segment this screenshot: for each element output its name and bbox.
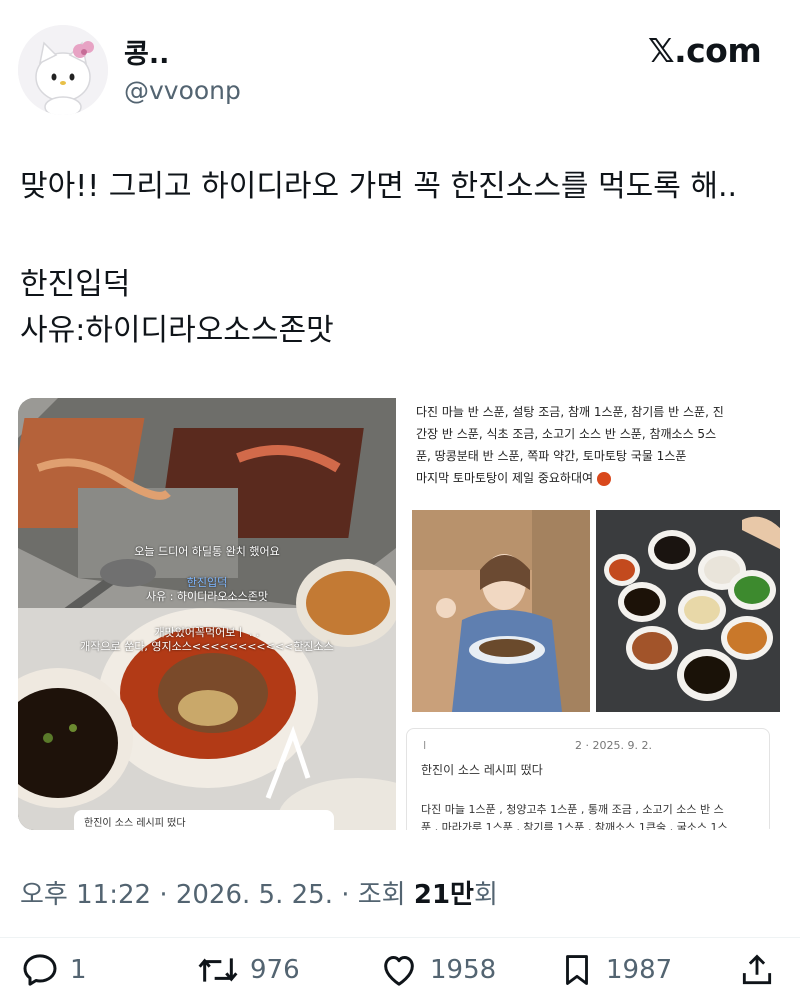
reply-button[interactable]: 1: [20, 950, 87, 990]
card-line: 다진 마늘 1스푼 , 청양고추 1스푼 , 통깨 조금 , 소고기 소스 반 …: [421, 803, 724, 816]
heart-icon: [384, 956, 414, 986]
reply-icon: [23, 954, 57, 986]
recipe-text-line: 간장 반 스푼, 식초 조금, 소고기 소스 반 스푼, 참깨소스 5스: [416, 427, 717, 441]
reply-count: 1: [70, 955, 87, 985]
meta-separator: ·: [341, 880, 358, 910]
hello-kitty-avatar-icon: [18, 25, 108, 115]
recipe-text-line: 푼, 땅콩분태 반 스푼, 쪽파 약간, 토마토탕 국물 1스푼: [416, 449, 687, 463]
recipe-text-line: 마지막 토마토탕이 제일 중요하대여: [416, 468, 611, 488]
divider: [0, 937, 800, 938]
views-label: 조회: [357, 880, 406, 910]
recipe-photos-graphic: [412, 510, 780, 712]
hotpot-photo-graphic: [18, 398, 396, 830]
x-brand-logo: 𝕏.com: [648, 31, 762, 70]
meta-separator: ·: [159, 880, 176, 910]
card-date: 2 · 2025. 9. 2.: [575, 739, 652, 752]
user-handle[interactable]: @vvoonp: [124, 76, 241, 106]
story-text-line: 오늘 드디어 하딜통 완치 했어요: [134, 545, 280, 558]
story-text-line: 개작으로 쑨다, 영지소스<<<<<<<<<<<한진소스: [80, 640, 334, 653]
hotpot-sauce-photo[interactable]: 오늘 드디어 하딜통 완치 했어요 한진입덕 사유 : 하이디라오소스존맛 개맛…: [18, 398, 396, 830]
share-button[interactable]: [738, 950, 776, 990]
views-suffix: 회: [473, 880, 498, 910]
repost-button[interactable]: 976: [196, 950, 300, 990]
bookmark-button[interactable]: 1987: [558, 950, 672, 990]
post-date[interactable]: 2026. 5. 25.: [176, 880, 333, 910]
card-title: 한진이 소스 레시피 떴다: [421, 763, 543, 777]
share-icon: [742, 954, 772, 985]
recipe-text-line: 다진 마늘 반 스푼, 설탕 조금, 참깨 1스푼, 참기름 반 스푼, 진: [416, 405, 724, 419]
card-user: I: [423, 739, 427, 752]
post-meta: 오후 11:22 · 2026. 5. 25. · 조회 21만회: [20, 878, 498, 912]
recipe-screenshot[interactable]: 다진 마늘 반 스푼, 설탕 조금, 참깨 1스푼, 참기름 반 스푼, 진 간…: [400, 398, 780, 830]
views-count: 21만: [413, 880, 474, 910]
story-caption-box: 한진이 소스 레시피 떴다: [74, 810, 334, 830]
repost-icon: [198, 958, 238, 982]
quoted-post-card[interactable]: I 2 · 2025. 9. 2. 한진이 소스 레시피 떴다 다진 마늘 1스…: [406, 728, 770, 830]
repost-count: 976: [250, 955, 300, 985]
tweet-text-line: 사유:하이디라오소스존맛: [20, 313, 334, 348]
media-grid: 오늘 드디어 하딜통 완치 했어요 한진입덕 사유 : 하이디라오소스존맛 개맛…: [18, 398, 780, 830]
display-name[interactable]: 콩..: [124, 40, 169, 70]
avatar[interactable]: [18, 25, 108, 115]
tweet-text-line: 맞아!! 그리고 하이디라오 가면 꼭 한진소스를 먹도록 해..: [20, 169, 738, 204]
story-text-line: 사유 : 하이디라오소스존맛: [145, 590, 269, 603]
tweet-text-line: 한진입덕: [20, 267, 131, 302]
card-line: 푼 , 마라가루 1스푼 , 참기름 1스푼 , 참깨소스 1큰술 , 굴소스 …: [421, 821, 728, 830]
bookmark-icon: [566, 955, 588, 985]
like-count: 1958: [430, 955, 497, 985]
tomato-icon: [596, 471, 611, 486]
bookmark-count: 1987: [606, 955, 673, 985]
post-time[interactable]: 오후 11:22: [20, 880, 151, 910]
like-button[interactable]: 1958: [378, 950, 496, 990]
